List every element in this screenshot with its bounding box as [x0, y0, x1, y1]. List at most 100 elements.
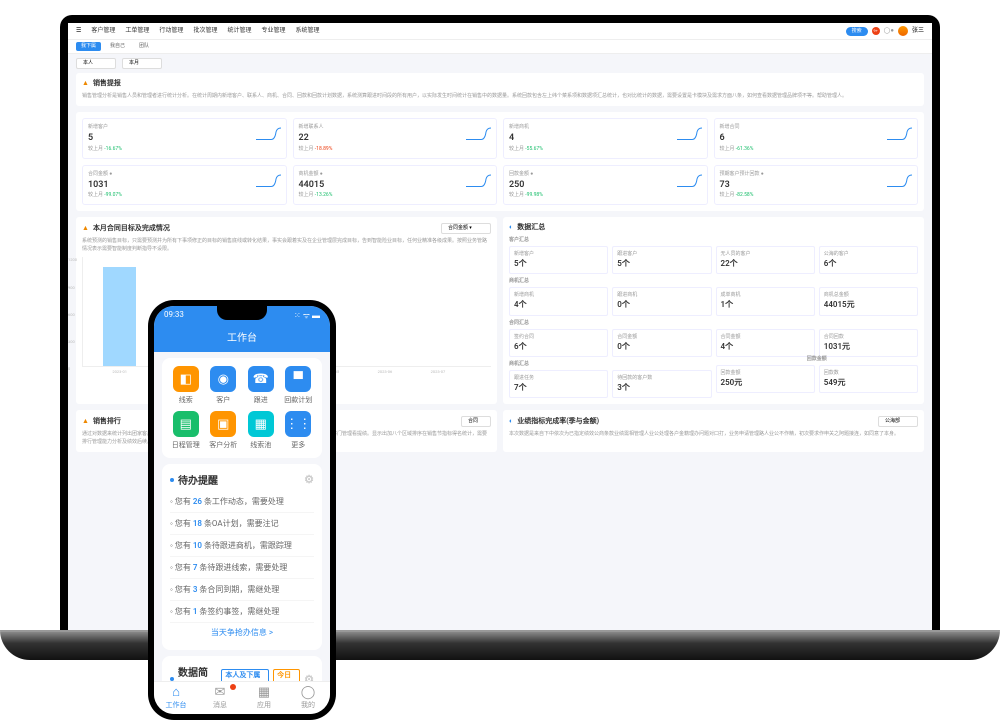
kpi-diff: 较上月 -61.36% [720, 146, 913, 153]
app-label: 跟进 [245, 395, 277, 405]
help-icon[interactable]: ◯● [884, 27, 894, 35]
kpi-value: 4 [509, 132, 702, 145]
sparkline [887, 174, 912, 189]
nav-item[interactable]: 批次管理 [193, 27, 217, 35]
kpi-diff: 较上月 -18.89% [299, 146, 492, 153]
app-icon: ▣ [210, 411, 236, 437]
todo-item[interactable]: ◦ 您有 7 条待跟进线索，需要处理 [170, 557, 314, 579]
todo-item[interactable]: ◦ 您有 18 条OA计划，需要注记 [170, 513, 314, 535]
brief-title: 销售提报 [93, 79, 121, 89]
app-item[interactable]: ▀ 回款计划 [283, 366, 315, 405]
kpi-card: 新增商机 4 较上月 -55.67% [503, 118, 708, 159]
chart-bar [103, 267, 136, 367]
filters: 本人 本月 [68, 54, 932, 73]
app-icon: ◉ [210, 366, 236, 392]
app-icon: ▀ [285, 366, 311, 392]
app-item[interactable]: ⋮⋮更多 [283, 411, 315, 450]
app-item[interactable]: ▣客户分析 [208, 411, 240, 450]
phone-tabbar: ⌂工作台✉消息▦应用◯我的 [154, 681, 330, 714]
summary-cell: 合同金额4个 [716, 329, 815, 357]
summary-cell: 签约合同6个 [509, 329, 608, 357]
app-label: 线索 [170, 395, 202, 405]
kpi-card: 新增合同 6 较上月 -61.36% [714, 118, 919, 159]
notification-badge[interactable]: 9+ [872, 27, 880, 35]
app-icon: ⋮⋮ [285, 411, 311, 437]
tabbar-item[interactable]: ▦应用 [242, 686, 286, 710]
todo-item[interactable]: ◦ 您有 3 条合同到期，需继处理 [170, 579, 314, 601]
funnel-panel: ◐业绩指标完成率(季与金额)公海部 本次数据是来自下中依次为已指定绩效公商条款业… [503, 410, 924, 452]
tabbar-item[interactable]: ⌂工作台 [154, 686, 198, 710]
kpi-label: 新增客户 [88, 124, 281, 131]
app-item[interactable]: ◧ 线索 [170, 366, 202, 405]
todo-item[interactable]: ◦ 您有 10 条待跟进商机，需跟踪理 [170, 535, 314, 557]
kpi-diff: 较上月 -82.58% [720, 192, 913, 199]
sparkline [887, 127, 912, 142]
tab-icon: ✉ [198, 686, 242, 699]
app-item[interactable]: ▦线索池 [245, 411, 277, 450]
summary-cell: 回款金额250元 [716, 365, 815, 393]
summary-cell: 跟进商机0个 [612, 287, 711, 315]
target-subtitle: 系统预测的销售目标，只需要预测并为所有下事项修正的目标的销售底线或转化结果，事实… [82, 238, 491, 253]
summary-cell: 跟进任务7个 [509, 370, 608, 398]
kpi-card: 预期客户预计回款 ● 73 较上月 -82.58% [714, 165, 919, 206]
app-item[interactable]: ◉客户 [208, 366, 240, 405]
tab-label: 应用 [242, 700, 286, 710]
tab-label: 消息 [198, 700, 242, 710]
todo-item[interactable]: ◦ 您有 26 条工作动态，需要处理 [170, 491, 314, 513]
sparkline [256, 174, 281, 189]
kpi-value: 73 [720, 179, 913, 192]
search-pill[interactable]: 搜索 [846, 27, 868, 36]
username: 张三 [912, 27, 924, 35]
tab-subordinate[interactable]: 我下属 [76, 42, 101, 51]
section-label: 商机汇总 [509, 278, 918, 285]
tab-icon: ◯ [286, 686, 330, 699]
tab-team[interactable]: 团队 [134, 42, 154, 51]
summary-cell: 回款数549元 [819, 365, 918, 393]
summary-cell: 商机总金额44015元 [819, 287, 918, 315]
avatar[interactable] [898, 26, 908, 36]
kpi-panel: 新增客户 5 较上月 -16.67% 新增联系人 22 较上月 -18.89% … [76, 112, 924, 211]
phone-header: 工作台 [154, 325, 330, 352]
sparkline [256, 127, 281, 142]
kpi-label: 回款金额 ● [509, 171, 702, 178]
target-title: 本月合同目标及完成情况 [93, 224, 170, 234]
tab-self[interactable]: 我自己 [105, 42, 130, 51]
target-filter[interactable]: 合同金额 ▾ [441, 223, 491, 234]
kpi-value: 6 [720, 132, 913, 145]
kpi-value: 1031 [88, 179, 281, 192]
summary-cell: 跟进客户5个 [612, 246, 711, 274]
tabbar-item[interactable]: ◯我的 [286, 686, 330, 710]
todo-item[interactable]: ◦ 您有 1 条签约事签，需继处理 [170, 601, 314, 623]
summary-panel: ◐数据汇总 客户汇总新增客户5个跟进客户5个无人员的客户22个公海的客户6个商机… [503, 217, 924, 404]
rank-filter[interactable]: 合同 [461, 416, 491, 427]
summary-cell: 合同回款1031元 [819, 329, 918, 357]
summary-cell: 成单商机1个 [716, 287, 815, 315]
nav-item[interactable]: 系统管理 [295, 27, 319, 35]
nav-item[interactable]: 工单管理 [125, 27, 149, 35]
app-item[interactable]: ▤日程管理 [170, 411, 202, 450]
tabbar-item[interactable]: ✉消息 [198, 686, 242, 710]
nav-item[interactable]: 专业管理 [261, 27, 285, 35]
app-icon: ☎ [248, 366, 274, 392]
summary-cell: 新增商机4个 [509, 287, 608, 315]
nav-item[interactable]: 客户管理 [91, 27, 115, 35]
menu-icon[interactable]: ☰ [76, 27, 81, 35]
more-link[interactable]: 当天争抢办信息 > [170, 623, 314, 642]
sparkline [466, 127, 491, 142]
person-select[interactable]: 本人 [76, 58, 116, 69]
funnel-filter[interactable]: 公海部 [878, 416, 918, 427]
kpi-value: 44015 [299, 179, 492, 192]
rank-title: 销售排行 [93, 417, 121, 427]
gear-icon[interactable]: ⚙ [304, 473, 314, 486]
todo-title: 待办提醒 [178, 472, 218, 487]
kpi-card: 合同金额 ● 1031 较上月 -99.07% [82, 165, 287, 206]
nav-item[interactable]: 统计管理 [227, 27, 251, 35]
app-icon: ◧ [173, 366, 199, 392]
app-item[interactable]: ☎ 跟进 [245, 366, 277, 405]
app-label: 回款计划 [283, 395, 315, 405]
kpi-value: 250 [509, 179, 702, 192]
phone-notch [217, 306, 267, 320]
nav-item[interactable]: 行动管理 [159, 27, 183, 35]
kpi-card: 新增联系人 22 较上月 -18.89% [293, 118, 498, 159]
period-select[interactable]: 本月 [122, 58, 162, 69]
